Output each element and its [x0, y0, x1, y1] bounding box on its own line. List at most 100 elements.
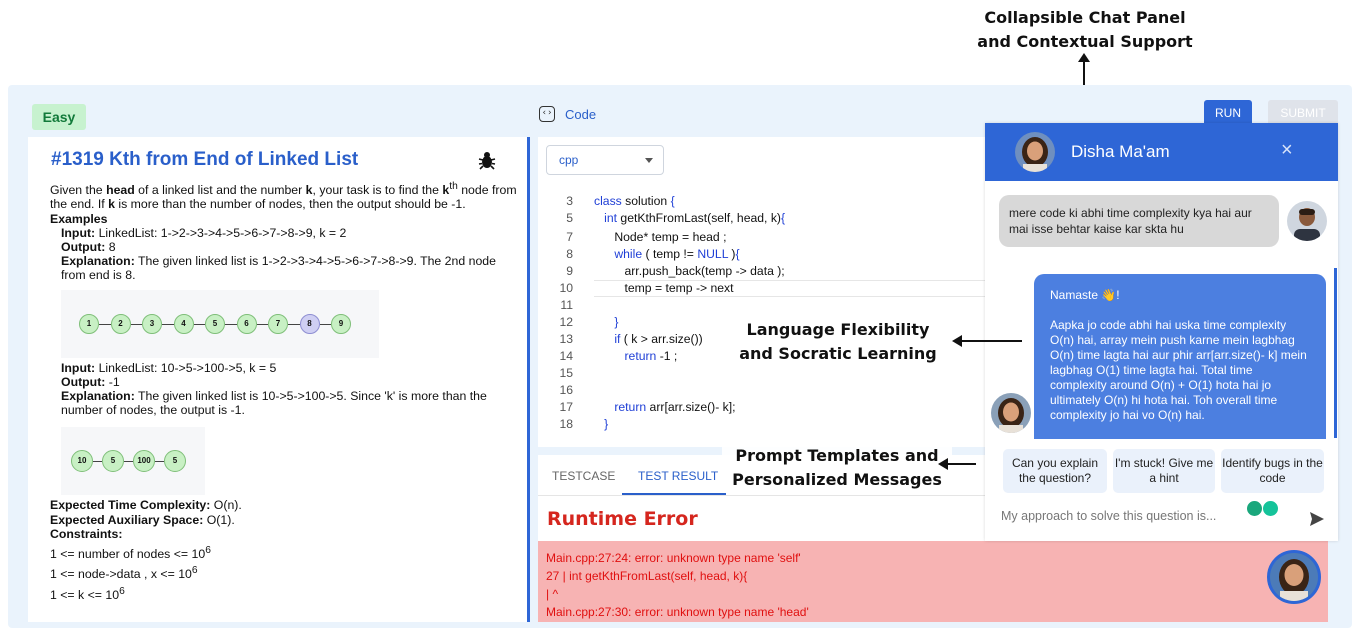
- code-line[interactable]: 5 int getKthFromLast(self, head, k){: [538, 210, 1000, 227]
- problem-title: #1319 Kth from End of Linked List: [51, 149, 359, 170]
- text-bold: k: [108, 197, 115, 212]
- text-bold: Explanation:: [61, 388, 135, 403]
- code-line[interactable]: 17 return arr[arr.size()- k];: [538, 399, 1000, 416]
- linked-list-diagram-1: 123456789: [61, 289, 379, 358]
- example-1-explanation: Explanation: The given linked list is 1-…: [50, 254, 520, 282]
- suggestion-give-hint[interactable]: I'm stuck! Give me a hint: [1113, 449, 1215, 493]
- code-text: arr.push_back(temp -> data );: [594, 264, 785, 278]
- text-bold: Output:: [61, 374, 106, 389]
- line-number: 9: [566, 264, 573, 278]
- text: -1: [105, 374, 120, 389]
- user-message: mere code ki abhi time complexity kya ha…: [999, 195, 1279, 247]
- text-bold: Expected Auxiliary Space:: [50, 512, 204, 527]
- code-line[interactable]: 18 }: [538, 416, 1000, 433]
- location-pin-icon: [1247, 501, 1262, 516]
- language-select-value: cpp: [559, 153, 579, 167]
- code-text: Node* temp = head ;: [594, 230, 727, 244]
- text: Given the: [50, 183, 107, 198]
- error-line: Main.cpp:27:30: error: unknown type name…: [546, 605, 809, 619]
- code-icon: ‹›: [539, 106, 555, 122]
- code-text: while ( temp != NULL ){: [614, 247, 740, 261]
- example-1-output: Output: 8: [50, 240, 520, 254]
- active-tab-indicator: [622, 493, 726, 495]
- list-link: [124, 461, 133, 463]
- code-lines[interactable]: 3 class solution {5 int getKthFromLast(se…: [538, 193, 1000, 433]
- callout-line: and Contextual Support: [977, 32, 1193, 51]
- constraints-heading: Constraints:: [50, 527, 520, 541]
- code-line[interactable]: 10 temp = temp -> next: [538, 280, 1000, 297]
- callout-line: Collapsible Chat Panel: [984, 8, 1186, 27]
- tutor-avatar: [1015, 132, 1055, 172]
- callout-arrow-head: [1078, 53, 1090, 62]
- line-number: 12: [559, 315, 573, 329]
- runtime-error-title: Runtime Error: [547, 508, 698, 530]
- tutor-message: Namaste 👋! Aapka jo code abhi hai uska t…: [1034, 274, 1326, 439]
- text-bold: Output:: [61, 239, 106, 254]
- text-sup: 6: [191, 565, 198, 577]
- text-sup: 6: [205, 544, 211, 556]
- code-line[interactable]: 11: [538, 297, 1000, 314]
- error-output: Main.cpp:27:24: error: unknown type name…: [538, 541, 1328, 622]
- screenshot-root: Collapsible Chat Panel and Contextual Su…: [0, 0, 1356, 632]
- grammar-assistant-icon[interactable]: [1263, 501, 1278, 516]
- suggestion-identify-bugs[interactable]: Identify bugs in the code: [1221, 449, 1324, 493]
- list-link: [130, 323, 142, 325]
- error-line: Main.cpp:27:24: error: unknown type name…: [546, 551, 801, 565]
- code-text: }: [604, 417, 609, 431]
- error-line: | ^: [546, 587, 559, 601]
- problem-description: Given the head of a linked list and the …: [50, 180, 520, 602]
- callout-prompt-templates: Prompt Templates and Personalized Messag…: [722, 444, 952, 492]
- code-line[interactable]: 7 Node* temp = head ;: [538, 229, 1000, 246]
- tab-test-result[interactable]: TEST RESULT: [638, 469, 718, 483]
- text: 1 <= node->data , x <= 10: [50, 567, 192, 582]
- callout-arrow-head: [938, 458, 948, 470]
- problem-statement: Given the head of a linked list and the …: [50, 180, 520, 212]
- tab-testcase[interactable]: TESTCASE: [552, 469, 615, 483]
- code-line[interactable]: 8 while ( temp != NULL ){: [538, 246, 1000, 263]
- chat-input[interactable]: My approach to solve this question is...: [1001, 509, 1216, 523]
- code-line[interactable]: 9 arr.push_back(temp -> data );: [538, 263, 1000, 280]
- text-sup: th: [449, 181, 458, 192]
- expected-space: Expected Auxiliary Space: O(1).: [50, 513, 520, 527]
- constraint-1: 1 <= number of nodes <= 106: [50, 544, 520, 561]
- user-avatar: [1287, 201, 1327, 241]
- line-number: 18: [559, 417, 573, 431]
- list-node: 5: [205, 313, 225, 334]
- example-1-input: Input: LinkedList: 1->2->3->4->5->6->7->…: [50, 226, 520, 240]
- line-number: 7: [566, 230, 573, 244]
- expected-time: Expected Time Complexity: O(n).: [50, 498, 520, 512]
- suggestion-explain-question[interactable]: Can you explain the question?: [1003, 449, 1107, 493]
- code-line[interactable]: 3 class solution {: [538, 193, 1000, 210]
- line-number: 15: [559, 366, 573, 380]
- send-icon[interactable]: [1309, 511, 1325, 527]
- chat-toggle-avatar[interactable]: [1267, 550, 1321, 604]
- tutor-greeting: Namaste 👋!: [1050, 288, 1120, 302]
- language-select[interactable]: cpp: [546, 145, 664, 175]
- user-avatar-image: [1287, 201, 1327, 241]
- text-bold: head: [106, 183, 135, 198]
- list-link: [225, 323, 237, 325]
- list-link: [256, 323, 268, 325]
- callout-arrow-shaft: [962, 340, 1022, 342]
- code-line[interactable]: 15: [538, 365, 1000, 382]
- list-node: 3: [142, 313, 162, 334]
- chat-scrollbar[interactable]: [1334, 268, 1337, 438]
- tutor-message-avatar: [991, 393, 1031, 433]
- list-link: [288, 323, 300, 325]
- text: LinkedList: 10->5->100->5, k = 5: [95, 360, 277, 375]
- tutor-name: Disha Ma'am: [1071, 142, 1170, 161]
- chat-toggle-avatar-image: [1270, 553, 1318, 601]
- line-number: 13: [559, 332, 573, 346]
- text: 1 <= k <= 10: [50, 587, 120, 602]
- tutor-explanation: Aapka jo code abhi hai uska time complex…: [1050, 318, 1307, 422]
- line-number: 5: [566, 211, 573, 225]
- callout-arrow-head: [952, 335, 962, 347]
- text: LinkedList: 1->2->3->4->5->6->7->8->9, k…: [95, 225, 347, 240]
- code-line[interactable]: 16: [538, 382, 1000, 399]
- text-bold: Examples: [50, 211, 108, 226]
- code-editor-panel[interactable]: cpp 3 class solution {5 int getKthFromLas…: [538, 137, 1000, 447]
- close-icon[interactable]: ×: [1281, 139, 1293, 162]
- chevron-down-icon: [645, 158, 653, 163]
- bug-icon[interactable]: [478, 150, 496, 170]
- callout-chat-panel: Collapsible Chat Panel and Contextual Su…: [960, 6, 1210, 54]
